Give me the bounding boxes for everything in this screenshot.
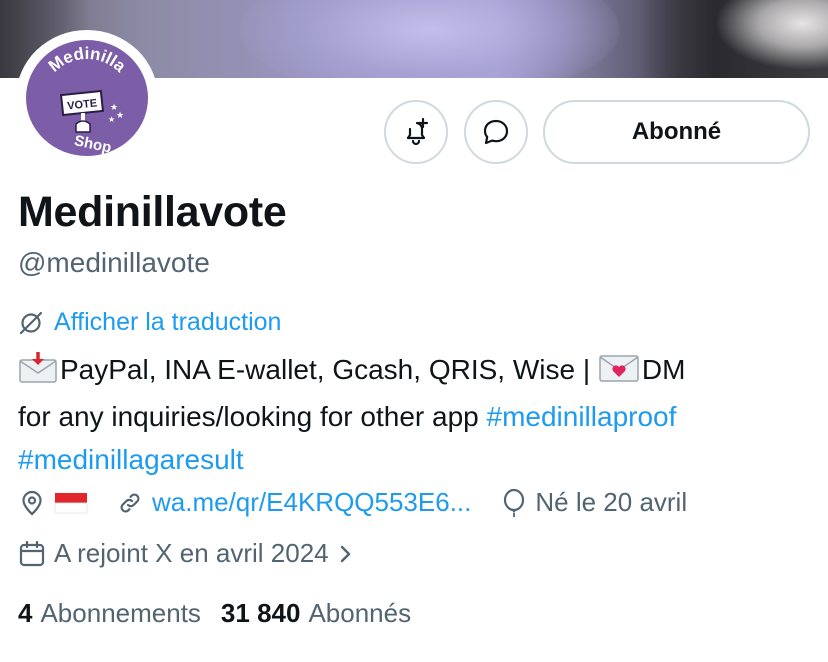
avatar[interactable]: Medinilla VOTE ★ ★ ★ Shop bbox=[16, 30, 158, 166]
no-translate-icon bbox=[19, 311, 43, 334]
website-item[interactable]: wa.me/qr/E4KRQQ553E6... bbox=[116, 487, 471, 518]
user-handle: @medinillavote bbox=[18, 247, 210, 278]
indonesia-flag-icon bbox=[54, 492, 88, 513]
profile-bio: PayPal, INA E-wallet, Gcash, QRIS, Wise … bbox=[18, 348, 818, 481]
birthday-text: Né le 20 avril bbox=[535, 487, 688, 517]
followers-stat[interactable]: 31 840 Abonnés bbox=[221, 598, 411, 629]
calendar-icon bbox=[19, 540, 45, 566]
birthday-item: Né le 20 avril bbox=[501, 487, 687, 518]
bio-payment-text: PayPal, INA E-wallet, Gcash, QRIS, Wise … bbox=[60, 354, 598, 385]
medinilla-shop-logo: Medinilla VOTE ★ ★ ★ Shop bbox=[26, 40, 148, 157]
website-link[interactable]: wa.me/qr/E4KRQQ553E6... bbox=[152, 487, 471, 518]
followers-label: Abonnés bbox=[308, 598, 412, 628]
following-button[interactable]: Abonné bbox=[543, 100, 810, 164]
hashtag-medinillagaresult-link[interactable]: #medinillagaresult bbox=[18, 444, 244, 475]
translation-label: Afficher la traduction bbox=[54, 308, 282, 336]
bio-line-3: #medinillagaresult bbox=[18, 438, 818, 481]
hashtag-medinillaproof-link[interactable]: #medinillaproof bbox=[487, 401, 677, 432]
profile-meta: wa.me/qr/E4KRQQ553E6... Né le 20 avril bbox=[18, 487, 687, 518]
balloon-icon bbox=[504, 488, 525, 517]
location-pin-icon bbox=[22, 490, 42, 515]
joined-date-row[interactable]: A rejoint X en avril 2024 bbox=[18, 538, 355, 569]
followers-count: 31 840 bbox=[220, 598, 301, 628]
following-stat[interactable]: 4 Abonnements bbox=[18, 598, 201, 629]
bio-dm-text: DM bbox=[641, 354, 686, 385]
bio-inquiries-text: for any inquiries/looking for other app bbox=[18, 401, 487, 432]
envelope-with-arrow-icon bbox=[18, 351, 58, 395]
message-button[interactable] bbox=[464, 100, 528, 164]
svg-text:★: ★ bbox=[108, 115, 115, 124]
follow-stats: 4 Abonnements 31 840 Abonnés bbox=[18, 598, 411, 629]
joined-text: A rejoint X en avril 2024 bbox=[54, 538, 329, 568]
chat-bubble-icon bbox=[483, 119, 509, 145]
bio-line-1: PayPal, INA E-wallet, Gcash, QRIS, Wise … bbox=[18, 348, 818, 395]
following-label: Abonnements bbox=[40, 598, 201, 628]
svg-text:★: ★ bbox=[116, 111, 124, 121]
bio-line-2: for any inquiries/looking for other app … bbox=[18, 395, 818, 438]
love-letter-icon bbox=[598, 352, 640, 395]
link-icon bbox=[120, 493, 140, 512]
notifications-button[interactable] bbox=[384, 100, 448, 164]
bell-plus-icon bbox=[406, 117, 429, 146]
show-translation-link[interactable]: Afficher la traduction bbox=[18, 308, 281, 337]
location-item bbox=[18, 489, 88, 517]
display-name: Medinillavote bbox=[18, 188, 287, 236]
chevron-right-icon bbox=[340, 545, 350, 562]
following-count: 4 bbox=[18, 598, 33, 628]
